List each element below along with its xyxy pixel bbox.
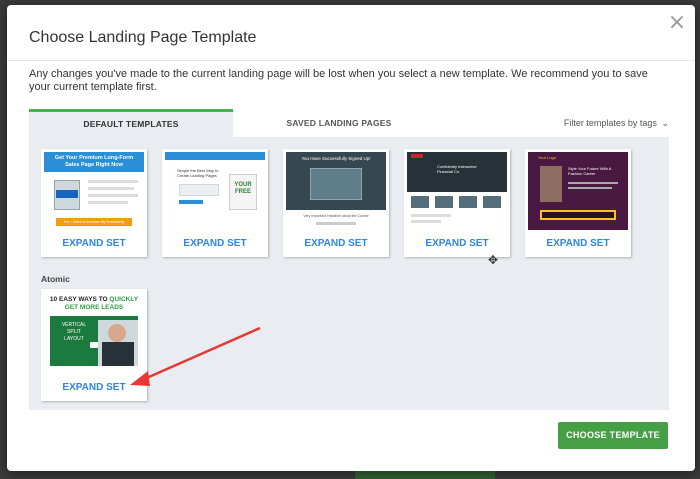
template-thumbnail: Simple the Best Way to Create Landing Pa…	[165, 152, 265, 230]
group-label-atomic: Atomic	[41, 274, 70, 284]
template-card-atomic[interactable]: 10 EASY WAYS TO QUICKLY GET MORE LEADS V…	[41, 289, 147, 401]
divider	[7, 60, 695, 61]
thumb-badge: YOUR FREE	[234, 182, 252, 195]
template-thumbnail: Your Logo Style Your Future With A Fashi…	[528, 152, 628, 230]
template-thumbnail: 10 EASY WAYS TO QUICKLY GET MORE LEADS V…	[44, 292, 144, 372]
expand-set-link[interactable]: EXPAND SET	[404, 238, 510, 249]
template-thumbnail: You Have Successfully Signed Up! Very Im…	[286, 152, 386, 230]
thumb-title: Style Your Future With A Fashion Career	[568, 166, 612, 176]
thumb-caption: Very Important Headline about the Course	[303, 214, 369, 218]
templates-panel: Get Your Premium Long-Form Sales Page Ri…	[29, 137, 669, 410]
tab-saved-landing-pages[interactable]: SAVED LANDING PAGES	[269, 109, 409, 137]
tab-default-templates[interactable]: DEFAULT TEMPLATES	[29, 109, 233, 137]
filter-tags-dropdown[interactable]: Filter templates by tags ⌄	[564, 109, 669, 137]
template-card[interactable]: You Have Successfully Signed Up! Very Im…	[283, 149, 389, 257]
thumb-tag-2: SPLIT	[67, 329, 81, 335]
expand-set-link[interactable]: EXPAND SET	[525, 238, 631, 249]
template-card[interactable]: Your Logo Style Your Future With A Fashi…	[525, 149, 631, 257]
template-card[interactable]: Confidently Interactive Financial Co EXP…	[404, 149, 510, 257]
expand-set-link[interactable]: EXPAND SET	[41, 238, 147, 249]
choose-template-button[interactable]: CHOOSE TEMPLATE	[558, 422, 668, 449]
expand-set-link[interactable]: EXPAND SET	[283, 238, 389, 249]
modal-title: Choose Landing Page Template	[29, 29, 257, 46]
thumb-title: Get Your Premium Long-Form Sales Page Ri…	[54, 155, 134, 168]
thumb-title: You Have Successfully Signed Up!	[301, 156, 371, 161]
expand-set-link[interactable]: EXPAND SET	[162, 238, 268, 249]
modal-description: Any changes you've made to the current l…	[29, 68, 648, 93]
filter-label: Filter templates by tags	[563, 118, 657, 128]
template-thumbnail: Get Your Premium Long-Form Sales Page Ri…	[44, 152, 144, 230]
expand-set-link[interactable]: EXPAND SET	[41, 382, 147, 393]
template-tabs: DEFAULT TEMPLATES SAVED LANDING PAGES Fi…	[29, 109, 669, 137]
template-thumbnail: Confidently Interactive Financial Co	[407, 152, 507, 230]
choose-template-modal: × Choose Landing Page Template Any chang…	[7, 5, 695, 471]
cursor-icon: ✥	[488, 253, 499, 267]
thumb-headline-a: 10 EASY WAYS TO	[49, 296, 108, 303]
thumb-logo: Your Logo	[538, 155, 557, 160]
close-icon[interactable]: ×	[667, 12, 687, 34]
thumb-title: Simple the Best Way to Create Landing Pa…	[177, 168, 219, 178]
thumb-tag-1: VERTICAL	[61, 322, 87, 328]
template-card[interactable]: Get Your Premium Long-Form Sales Page Ri…	[41, 149, 147, 257]
thumb-cta: Yes, I Want to Increase My Productivity	[63, 220, 125, 224]
thumb-headline-c: GET MORE LEADS	[64, 304, 124, 311]
thumb-title: Confidently Interactive Financial Co	[437, 164, 477, 174]
template-card[interactable]: Simple the Best Way to Create Landing Pa…	[162, 149, 268, 257]
chevron-down-icon: ⌄	[661, 119, 669, 129]
thumb-headline-b: QUICKLY	[109, 296, 139, 303]
